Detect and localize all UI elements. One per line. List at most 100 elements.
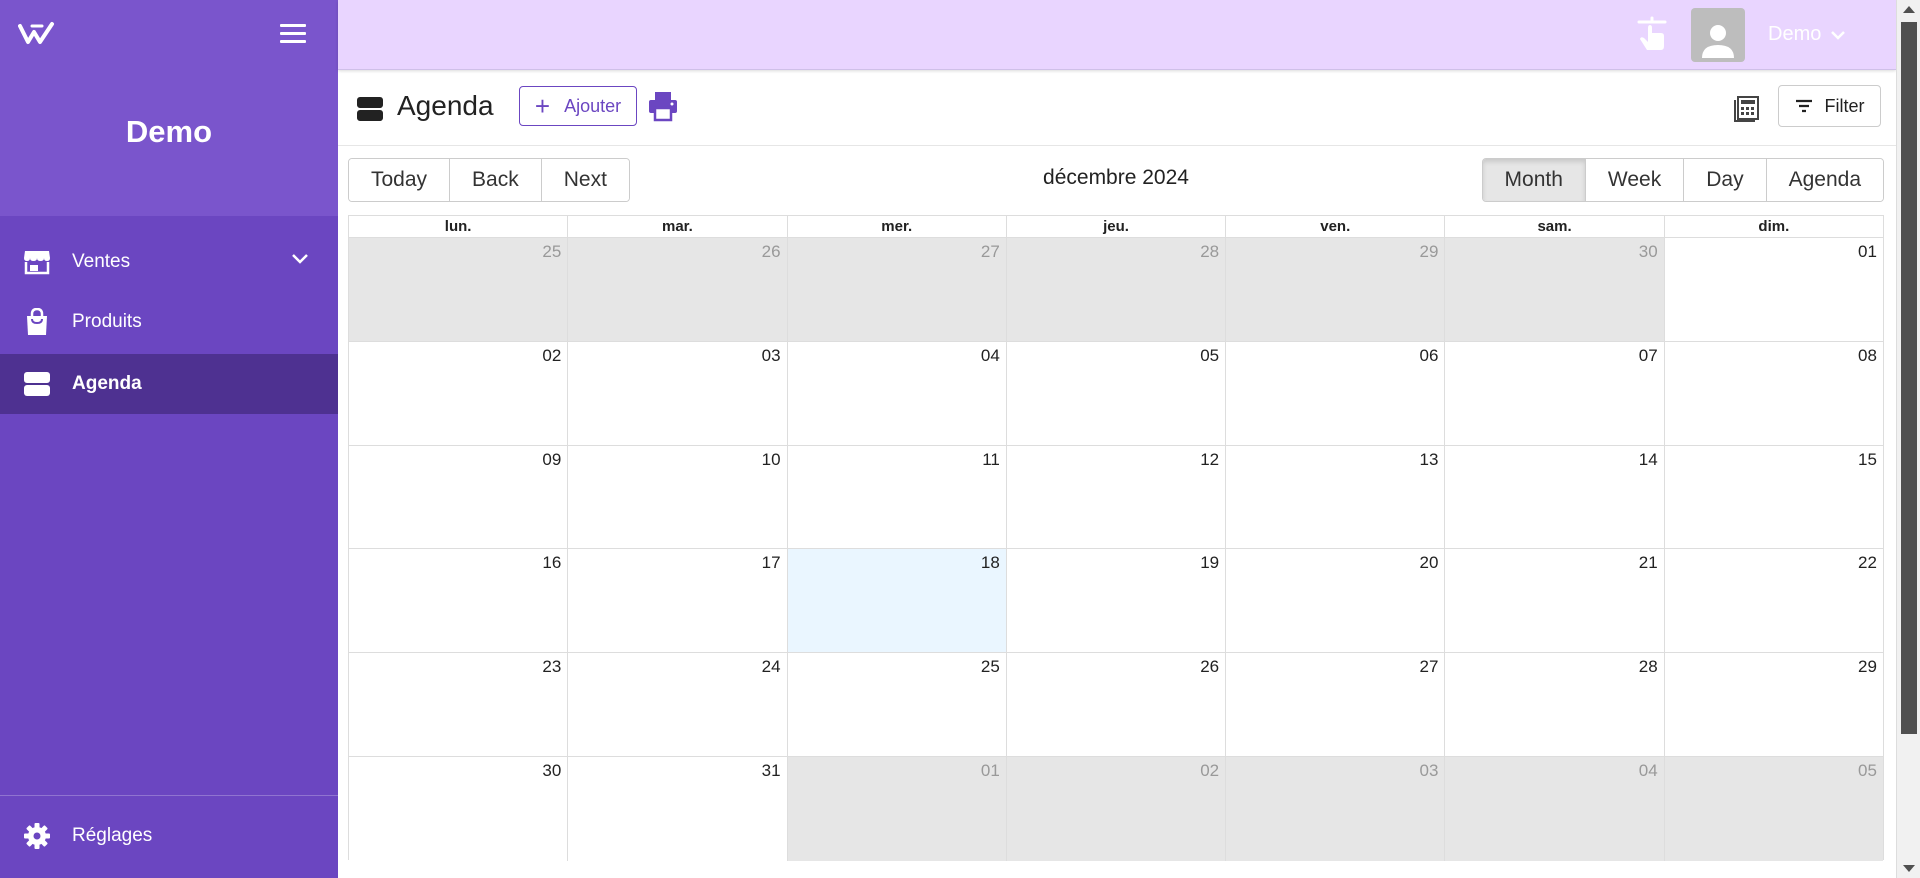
day-number[interactable]: 31	[762, 761, 781, 781]
day-cell[interactable]: 17	[567, 549, 787, 653]
day-cell[interactable]: 05	[1663, 756, 1883, 861]
day-number[interactable]: 30	[1639, 242, 1658, 262]
scroll-down-arrow-icon[interactable]	[1903, 865, 1915, 872]
touch-icon[interactable]	[1635, 14, 1669, 54]
day-number[interactable]: 18	[981, 553, 1000, 573]
day-cell[interactable]: 29	[1225, 238, 1445, 341]
day-number[interactable]: 05	[1200, 346, 1219, 366]
view-day-button[interactable]: Day	[1684, 159, 1767, 201]
day-number[interactable]: 28	[1639, 657, 1658, 677]
day-number[interactable]: 25	[542, 242, 561, 262]
calculator-icon[interactable]	[1733, 94, 1761, 122]
day-number[interactable]: 02	[1200, 761, 1219, 781]
day-cell[interactable]: 28	[1005, 238, 1226, 341]
day-cell[interactable]: 14	[1444, 445, 1664, 549]
day-cell[interactable]: 10	[567, 445, 787, 549]
day-cell[interactable]: 24	[567, 653, 787, 756]
day-cell[interactable]: 27	[786, 238, 1006, 341]
day-cell[interactable]: 16	[349, 549, 568, 653]
day-cell[interactable]: 12	[1005, 445, 1226, 549]
day-number[interactable]: 24	[762, 657, 781, 677]
day-cell[interactable]: 05	[1005, 341, 1226, 445]
day-number[interactable]: 01	[1858, 242, 1877, 262]
day-cell[interactable]: 20	[1225, 549, 1445, 653]
day-number[interactable]: 09	[542, 450, 561, 470]
sidebar-item-agenda[interactable]: Agenda	[0, 354, 338, 414]
day-cell[interactable]: 03	[567, 341, 787, 445]
day-cell[interactable]: 06	[1225, 341, 1445, 445]
day-cell[interactable]: 30	[1444, 238, 1664, 341]
sidebar-item-ventes[interactable]: Ventes	[0, 232, 338, 292]
day-number[interactable]: 29	[1419, 242, 1438, 262]
day-cell[interactable]: 13	[1225, 445, 1445, 549]
day-cell[interactable]: 15	[1663, 445, 1883, 549]
day-number[interactable]: 16	[542, 553, 561, 573]
day-number[interactable]: 14	[1639, 450, 1658, 470]
day-number[interactable]: 04	[1639, 761, 1658, 781]
day-number[interactable]: 22	[1858, 553, 1877, 573]
day-cell[interactable]: 08	[1663, 341, 1883, 445]
sidebar-item-settings[interactable]: Réglages	[0, 806, 338, 866]
day-number[interactable]: 23	[542, 657, 561, 677]
day-number[interactable]: 05	[1858, 761, 1877, 781]
day-number[interactable]: 04	[981, 346, 1000, 366]
day-cell[interactable]: 21	[1444, 549, 1664, 653]
avatar[interactable]	[1691, 8, 1745, 62]
day-number[interactable]: 07	[1639, 346, 1658, 366]
day-cell[interactable]: 25	[786, 653, 1006, 756]
day-number[interactable]: 20	[1419, 553, 1438, 573]
day-number[interactable]: 26	[762, 242, 781, 262]
sidebar-item-produits[interactable]: Produits	[0, 292, 338, 352]
day-cell[interactable]: 09	[349, 445, 568, 549]
day-number[interactable]: 30	[542, 761, 561, 781]
day-cell-today[interactable]: 18	[786, 549, 1006, 653]
day-number[interactable]: 21	[1639, 553, 1658, 573]
day-number[interactable]: 12	[1200, 450, 1219, 470]
day-cell[interactable]: 31	[567, 756, 787, 861]
filter-button[interactable]: Filter	[1778, 85, 1881, 127]
printer-icon[interactable]	[647, 90, 679, 122]
day-cell[interactable]: 23	[349, 653, 568, 756]
logo-icon[interactable]	[18, 20, 56, 48]
day-number[interactable]: 26	[1200, 657, 1219, 677]
day-cell[interactable]: 01	[1663, 238, 1883, 341]
day-number[interactable]: 25	[981, 657, 1000, 677]
day-cell[interactable]: 04	[1444, 756, 1664, 861]
today-button[interactable]: Today	[349, 159, 451, 201]
day-number[interactable]: 29	[1858, 657, 1877, 677]
day-cell[interactable]: 04	[786, 341, 1006, 445]
menu-toggle-icon[interactable]	[280, 24, 306, 44]
day-number[interactable]: 27	[981, 242, 1000, 262]
day-cell[interactable]: 26	[1005, 653, 1226, 756]
day-cell[interactable]: 30	[349, 756, 568, 861]
day-cell[interactable]: 19	[1005, 549, 1226, 653]
user-menu[interactable]: Demo	[1768, 23, 1847, 46]
day-number[interactable]: 03	[1419, 761, 1438, 781]
day-number[interactable]: 19	[1200, 553, 1219, 573]
day-number[interactable]: 03	[762, 346, 781, 366]
day-number[interactable]: 17	[762, 553, 781, 573]
day-cell[interactable]: 22	[1663, 549, 1883, 653]
day-number[interactable]: 10	[762, 450, 781, 470]
day-cell[interactable]: 26	[567, 238, 787, 341]
next-button[interactable]: Next	[541, 159, 629, 201]
day-number[interactable]: 02	[542, 346, 561, 366]
scrollbar[interactable]	[1896, 0, 1920, 878]
day-number[interactable]: 01	[981, 761, 1000, 781]
day-cell[interactable]: 03	[1225, 756, 1445, 861]
day-cell[interactable]: 25	[349, 238, 568, 341]
scroll-thumb[interactable]	[1901, 22, 1917, 734]
day-cell[interactable]: 07	[1444, 341, 1664, 445]
day-cell[interactable]: 27	[1225, 653, 1445, 756]
view-week-button[interactable]: Week	[1585, 159, 1685, 201]
day-number[interactable]: 08	[1858, 346, 1877, 366]
day-cell[interactable]: 02	[1005, 756, 1226, 861]
scroll-up-arrow-icon[interactable]	[1903, 6, 1915, 13]
view-month-button[interactable]: Month	[1482, 159, 1586, 201]
day-cell[interactable]: 11	[786, 445, 1006, 549]
day-number[interactable]: 13	[1419, 450, 1438, 470]
add-button[interactable]: + Ajouter	[519, 86, 637, 126]
day-number[interactable]: 11	[982, 450, 1000, 470]
day-number[interactable]: 15	[1858, 450, 1877, 470]
day-cell[interactable]: 29	[1663, 653, 1883, 756]
